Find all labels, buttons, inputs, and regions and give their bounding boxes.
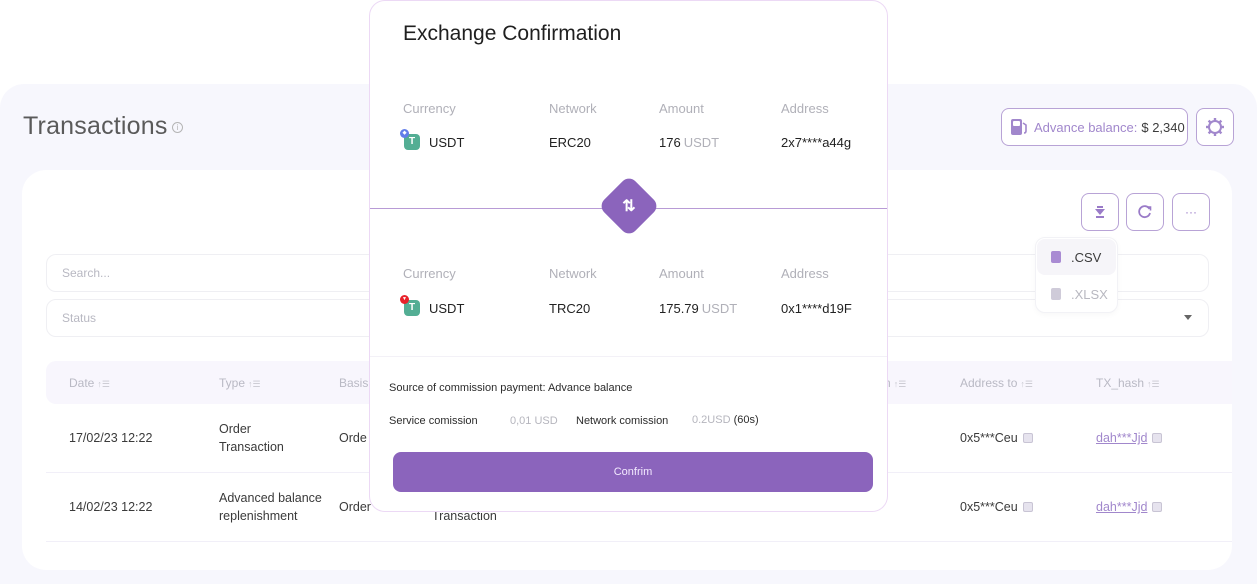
to-network: TRC20 [549, 301, 591, 316]
column-tx-hash[interactable]: TX_hash ↑☰ [1096, 376, 1160, 390]
more-options-button[interactable]: ··· [1172, 193, 1210, 231]
service-commission-value: 0,01 USD [510, 415, 558, 427]
from-network: ERC20 [549, 135, 591, 150]
exchange-confirmation-modal: Exchange Confirmation Currency Network A… [369, 0, 888, 512]
copy-icon[interactable] [1022, 433, 1033, 443]
tx-hash-link[interactable]: dah***Jjd [1096, 500, 1147, 514]
sort-icon: ↑☰ [248, 379, 261, 389]
row-basis: Order [339, 500, 371, 514]
service-commission-label: Service comission [389, 415, 478, 427]
row-date: 17/02/23 12:22 [69, 431, 153, 445]
status-placeholder: Status [62, 311, 97, 325]
ethereum-badge-icon: ◆ [400, 129, 409, 138]
swap-arrows-icon: ⇅ [622, 198, 636, 215]
download-icon [1095, 206, 1105, 218]
info-circle-icon[interactable]: i [172, 122, 183, 133]
row-type: Order Transaction [219, 422, 284, 454]
tether-icon: T ◆ [400, 129, 420, 150]
to-amount-label: Amount [659, 266, 704, 281]
row-type: Advanced balance replenishment [219, 491, 322, 523]
row-address-to: 0x5***Ceu [960, 498, 1033, 516]
export-menu: .CSV .XLSX [1035, 237, 1118, 313]
column-address-to[interactable]: Address to ↑☰ [960, 376, 1033, 390]
row-tx-hash: dah***Jjd [1096, 498, 1163, 516]
copy-icon[interactable] [1152, 502, 1163, 512]
row-address-to: 0x5***Ceu [960, 429, 1033, 447]
advance-balance-label: Advance balance: [1034, 119, 1138, 135]
export-xlsx-option[interactable]: .XLSX [1037, 276, 1116, 312]
from-currency: T ◆ USDT [400, 129, 464, 150]
to-address-label: Address [781, 266, 829, 281]
to-address: 0x1****d19F [781, 301, 852, 316]
row-date: 14/02/23 12:22 [69, 500, 153, 514]
from-network-label: Network [549, 101, 597, 116]
xlsx-file-icon [1051, 288, 1061, 300]
row-tx-hash: dah***Jjd [1096, 429, 1163, 447]
advance-balance-value: $ 2,340 [1141, 119, 1185, 135]
to-currency-label: Currency [403, 266, 456, 281]
to-amount: 175.79 USDT [659, 301, 738, 316]
commission-timer: (60s) [733, 414, 759, 426]
to-currency: T ▼ USDT [400, 295, 464, 316]
advance-balance-button[interactable]: Advance balance: $ 2,340 [1001, 108, 1188, 146]
row-basis: Orde [339, 431, 367, 445]
column-type[interactable]: Type ↑☰ [219, 376, 261, 390]
tx-hash-link[interactable]: dah***Jjd [1096, 431, 1147, 445]
tron-badge-icon: ▼ [400, 295, 409, 304]
refresh-button[interactable] [1126, 193, 1164, 231]
column-date[interactable]: Date ↑☰ [69, 376, 110, 390]
fuel-pump-icon [1010, 118, 1030, 136]
sort-icon: ↑☰ [893, 379, 907, 389]
copy-icon[interactable] [1152, 433, 1163, 443]
gear-icon [1206, 118, 1224, 136]
export-csv-label: .CSV [1071, 249, 1102, 265]
tether-icon: T ▼ [400, 295, 420, 316]
csv-file-icon [1051, 251, 1061, 263]
footer-divider [370, 356, 887, 357]
from-amount-label: Amount [659, 101, 704, 116]
from-address-label: Address [781, 101, 829, 116]
export-xlsx-label: .XLSX [1071, 286, 1108, 302]
export-csv-option[interactable]: .CSV [1037, 239, 1116, 275]
copy-icon[interactable] [1022, 502, 1033, 512]
from-amount: 176 USDT [659, 135, 720, 150]
sort-icon: ↑☰ [1020, 379, 1033, 389]
confirm-button[interactable]: Confrim [393, 452, 873, 492]
network-commission-value: 0.2USD (60s) [692, 414, 759, 426]
network-commission-label: Network comission [576, 415, 669, 427]
settings-button[interactable] [1196, 108, 1234, 146]
modal-title: Exchange Confirmation [403, 22, 622, 45]
chevron-down-icon [1184, 315, 1192, 320]
from-currency-label: Currency [403, 101, 456, 116]
page-title: Transactions [23, 112, 168, 140]
column-basis[interactable]: Basis [339, 376, 368, 390]
to-network-label: Network [549, 266, 597, 281]
commission-source: Source of commission payment: Advance ba… [389, 382, 633, 394]
sort-icon: ↑☰ [97, 379, 110, 389]
sort-icon: ↑☰ [1147, 379, 1160, 389]
download-button[interactable] [1081, 193, 1119, 231]
from-address: 2x7****a44g [781, 135, 852, 150]
refresh-icon [1138, 205, 1152, 219]
